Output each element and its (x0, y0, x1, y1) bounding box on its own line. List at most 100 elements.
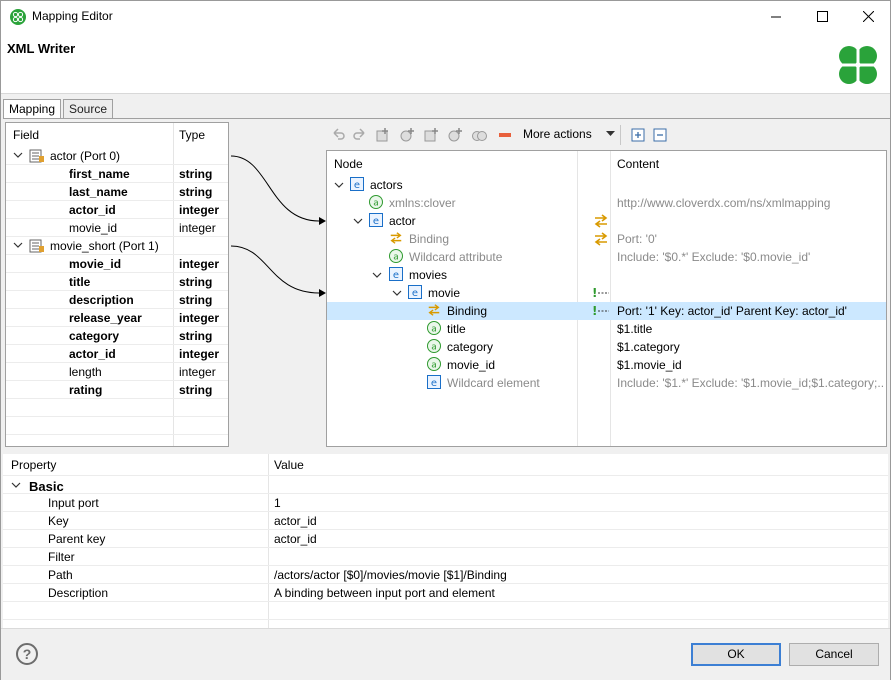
field-row[interactable]: first_name string (6, 165, 228, 183)
field-row[interactable]: length integer (6, 363, 228, 381)
property-row-path[interactable]: Path/actors/actor [$0]/movies/movie [$1]… (3, 566, 888, 584)
add-binding-icon[interactable] (471, 127, 487, 143)
field-row[interactable]: title string (6, 273, 228, 291)
dropdown-arrow-icon[interactable] (606, 131, 615, 137)
tree-node-row[interactable]: Binding Port: '0' (327, 230, 886, 248)
field-name: release_year (69, 311, 142, 325)
tree-node-row[interactable]: e movie ! (327, 284, 886, 302)
tree-node-row[interactable]: e Wildcard element Include: '$1.*' Exclu… (327, 374, 886, 392)
field-row[interactable]: category string (6, 327, 228, 345)
property-row-key[interactable]: Key actor_id (3, 512, 888, 530)
ok-button[interactable]: OK (691, 643, 781, 666)
field-name: rating (69, 383, 103, 397)
chevron-down-icon[interactable] (13, 150, 23, 160)
node-label: Wildcard attribute (409, 250, 503, 264)
close-icon (862, 11, 874, 22)
maximize-button[interactable] (799, 1, 845, 32)
chevron-down-icon[interactable] (392, 288, 402, 298)
attribute-icon: a (427, 339, 441, 353)
field-row[interactable]: description string (6, 291, 228, 309)
svg-text:e: e (431, 378, 437, 389)
field-row[interactable]: rating string (6, 381, 228, 399)
cancel-button[interactable]: Cancel (789, 643, 879, 666)
property-value[interactable]: A binding between input port and element (274, 586, 495, 600)
collapse-all-icon[interactable] (652, 127, 668, 143)
tree-node-row[interactable]: e movies (327, 266, 886, 284)
add-namespace-icon[interactable] (447, 127, 463, 143)
property-value[interactable]: /actors/actor [$0]/movies/movie [$1]/Bin… (274, 568, 507, 582)
property-row-filter[interactable]: Filter (3, 548, 888, 566)
type-column-header: Type (179, 128, 206, 142)
field-row[interactable]: movie_id integer (6, 219, 228, 237)
property-row-parent-key[interactable]: Parent key actor_id (3, 530, 888, 548)
tree-node-row[interactable]: e actors (327, 176, 886, 194)
add-element-icon[interactable] (375, 127, 391, 143)
undo-icon[interactable] (330, 127, 346, 143)
chevron-down-icon[interactable] (353, 216, 363, 226)
more-actions-button[interactable]: More actions (523, 127, 592, 141)
tree-node-row[interactable]: a Wildcard attribute Include: '$0.*' Exc… (327, 248, 886, 266)
field-type: string (179, 293, 213, 307)
field-type: integer (179, 221, 216, 235)
dialog-button-bar: ? OK Cancel (1, 628, 890, 680)
field-row[interactable]: last_name string (6, 183, 228, 201)
minimize-button[interactable] (753, 1, 799, 32)
redo-icon[interactable] (352, 127, 368, 143)
svg-text:a: a (431, 325, 437, 335)
field-row[interactable]: movie_id integer (6, 255, 228, 273)
record-metadata-icon (29, 149, 44, 163)
add-wildcard-icon[interactable] (423, 127, 439, 143)
window-title: Mapping Editor (32, 9, 113, 23)
close-button[interactable] (845, 1, 891, 32)
property-value[interactable]: 1 (274, 496, 281, 510)
field-type: integer (179, 203, 220, 217)
chevron-down-icon[interactable] (11, 480, 21, 490)
tree-node-row[interactable]: a title $1.title (327, 320, 886, 338)
svg-text:a: a (431, 343, 437, 353)
chevron-down-icon[interactable] (13, 240, 23, 250)
tree-node-row[interactable]: a category $1.category (327, 338, 886, 356)
tree-node-row[interactable]: a movie_id $1.movie_id (327, 356, 886, 374)
binding-icon (428, 304, 440, 316)
tree-node-row-selected[interactable]: Binding ! Port: '1' Key: actor_id' Paren… (327, 302, 886, 320)
help-icon[interactable]: ? (16, 643, 38, 665)
field-type: string (179, 383, 213, 397)
binding-icon (390, 232, 402, 244)
field-row[interactable]: actor_id integer (6, 345, 228, 363)
property-row-input-port[interactable]: Input port 1 (3, 494, 888, 512)
element-icon: e (350, 177, 364, 191)
property-name: Input port (48, 496, 99, 510)
property-group-basic[interactable]: Basic (3, 476, 888, 494)
add-attribute-icon[interactable] (399, 127, 415, 143)
field-type: integer (179, 257, 220, 271)
field-name: last_name (69, 185, 128, 199)
expand-all-icon[interactable] (630, 127, 646, 143)
warning-marker-icon: ! (592, 286, 609, 300)
svg-text:e: e (393, 270, 399, 281)
field-row[interactable]: release_year integer (6, 309, 228, 327)
remove-icon[interactable] (497, 127, 513, 143)
tree-node-row[interactable]: a xmlns:clover http://www.cloverdx.com/n… (327, 194, 886, 212)
chevron-down-icon[interactable] (372, 270, 382, 280)
property-name: Key (48, 514, 69, 528)
svg-text:!: ! (592, 286, 597, 300)
tab-source[interactable]: Source (63, 99, 113, 118)
element-icon: e (389, 267, 403, 281)
tab-mapping[interactable]: Mapping (3, 99, 61, 119)
property-name: Description (48, 586, 109, 600)
chevron-down-icon[interactable] (334, 180, 344, 190)
field-type: string (179, 167, 213, 181)
port-row[interactable]: actor (Port 0) (6, 147, 228, 165)
node-label: title (447, 322, 466, 336)
port-label: movie_short (Port 1) (50, 239, 159, 253)
field-row[interactable]: actor_id integer (6, 201, 228, 219)
property-value[interactable]: actor_id (274, 532, 317, 546)
property-value[interactable]: actor_id (274, 514, 317, 528)
property-row-description[interactable]: Description A binding between input port … (3, 584, 888, 602)
node-label: movie (428, 286, 461, 300)
tree-node-row[interactable]: e actor (327, 212, 886, 230)
port-row[interactable]: movie_short (Port 1) (6, 237, 228, 255)
svg-text:a: a (393, 253, 399, 263)
field-name: category (69, 329, 120, 343)
port-label: actor (Port 0) (50, 149, 121, 163)
